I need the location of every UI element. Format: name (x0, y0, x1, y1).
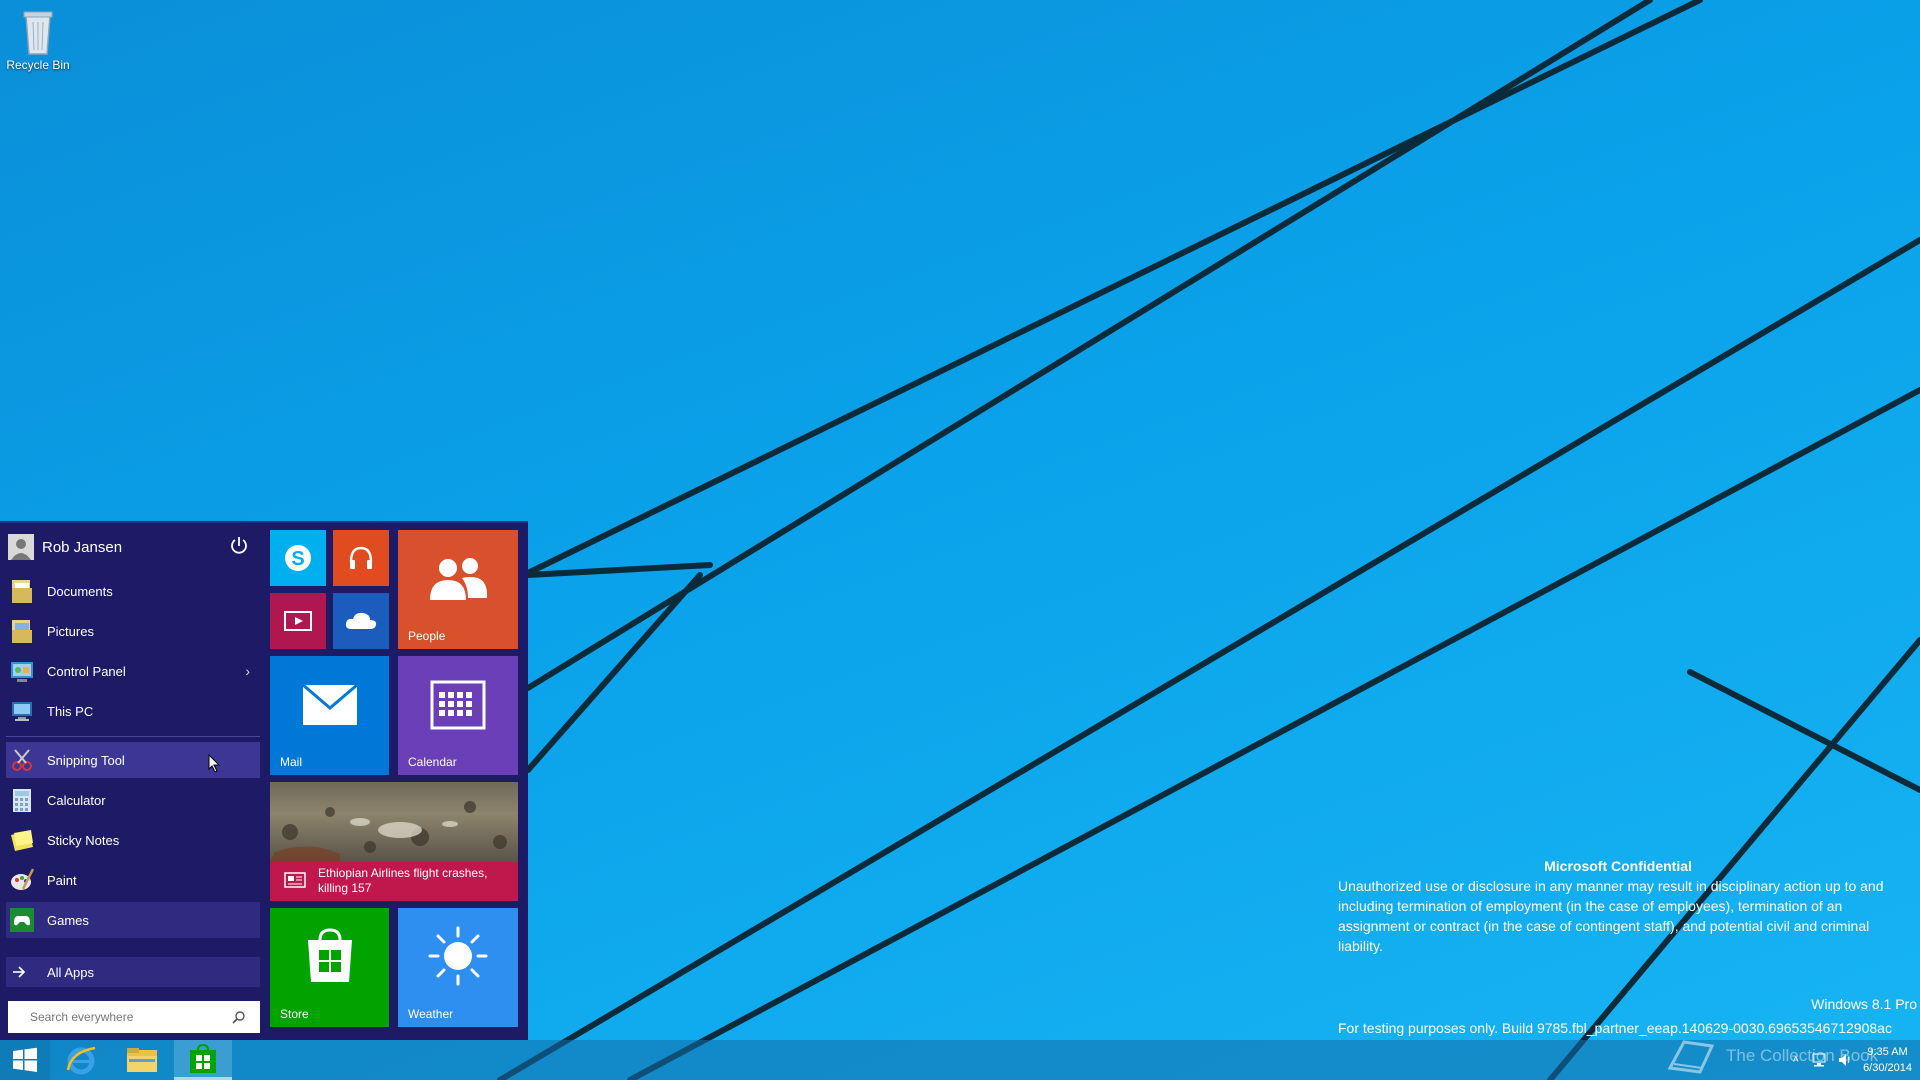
user-avatar-icon (8, 534, 34, 560)
tile-skype[interactable]: S (270, 530, 326, 586)
tile-label: Calendar (408, 755, 457, 769)
windows-edition: Windows 8.1 Pro (1811, 996, 1917, 1012)
confidential-title: Microsoft Confidential (1544, 858, 1692, 874)
start-menu: Rob Jansen Documents Pictures Control Pa… (0, 521, 528, 1040)
start-item-paint[interactable]: Paint (6, 862, 260, 898)
pictures-folder-icon (9, 618, 35, 644)
sticky-notes-icon (9, 827, 35, 853)
taskbar-store[interactable] (174, 1040, 232, 1080)
confidential-notice: Microsoft Confidential Unauthorized use … (1338, 856, 1898, 956)
tile-news[interactable]: Ethiopian Airlines flight crashes, killi… (270, 782, 518, 901)
tile-label: People (408, 629, 446, 643)
start-item-label: Calculator (47, 792, 106, 808)
news-photo (270, 782, 518, 862)
control-panel-icon (9, 658, 35, 684)
news-headline: Ethiopian Airlines flight crashes, killi… (318, 866, 488, 895)
taskbar: ˄ 9:35 AM 6/30/2014 (0, 1040, 1920, 1080)
arrow-right-icon (9, 964, 35, 980)
tile-store[interactable]: Store (270, 908, 389, 1027)
tile-label: Mail (280, 755, 303, 769)
paint-icon (9, 867, 35, 893)
taskbar-file-explorer[interactable] (113, 1040, 171, 1080)
confidential-body: Unauthorized use or disclosure in any ma… (1338, 878, 1884, 954)
video-icon (284, 611, 312, 631)
start-item-label: Control Panel (47, 663, 126, 679)
start-item-snipping-tool[interactable]: Snipping Tool (6, 742, 260, 778)
mouse-cursor-icon (208, 754, 221, 773)
start-item-calculator[interactable]: Calculator (6, 782, 260, 818)
book-icon (1667, 1040, 1715, 1074)
tile-music[interactable] (333, 530, 389, 586)
headphones-icon (349, 546, 373, 569)
tile-label: Weather (408, 1007, 454, 1021)
taskbar-internet-explorer[interactable] (52, 1040, 110, 1080)
mail-icon (302, 684, 358, 725)
recycle-bin-label: Recycle Bin (6, 58, 70, 72)
start-item-label: Games (47, 912, 89, 928)
store-icon (308, 928, 352, 982)
tile-weather[interactable]: Weather (398, 908, 518, 1027)
separator (6, 736, 260, 737)
start-item-label: Pictures (47, 623, 94, 639)
svg-text:S: S (291, 548, 304, 570)
calculator-icon (9, 787, 35, 813)
games-icon (9, 907, 35, 933)
user-account[interactable]: Rob Jansen (8, 531, 256, 563)
tile-calendar[interactable]: Calendar (398, 656, 518, 775)
tile-onedrive[interactable] (333, 593, 389, 649)
snipping-tool-icon (9, 747, 35, 773)
power-icon[interactable] (228, 535, 250, 557)
all-apps-label: All Apps (47, 964, 94, 980)
search-icon[interactable] (232, 1010, 246, 1024)
skype-icon: S (285, 545, 311, 571)
windows-logo-icon (13, 1047, 37, 1072)
watermark: The Collection Book (1666, 1036, 1906, 1076)
weather-sun-icon (428, 926, 488, 986)
file-explorer-icon (127, 1048, 157, 1072)
documents-folder-icon (9, 578, 35, 604)
tile-video[interactable] (270, 593, 326, 649)
start-item-label: Documents (47, 583, 113, 599)
calendar-icon (430, 680, 486, 730)
recycle-bin-desktop-icon[interactable]: Recycle Bin (2, 6, 74, 72)
recycle-bin-icon (23, 11, 53, 55)
start-item-label: This PC (47, 703, 94, 719)
search-input[interactable] (28, 1009, 232, 1025)
tile-label: Store (280, 1007, 309, 1021)
start-item-control-panel[interactable]: Control Panel › (6, 653, 260, 689)
store-icon (190, 1043, 216, 1073)
start-menu-left-pane: Rob Jansen Documents Pictures Control Pa… (0, 523, 264, 1042)
tile-mail[interactable]: Mail (270, 656, 389, 775)
user-name: Rob Jansen (42, 538, 123, 556)
cloud-icon (345, 612, 377, 629)
start-item-sticky-notes[interactable]: Sticky Notes (6, 822, 260, 858)
all-apps-button[interactable]: All Apps (6, 957, 260, 987)
start-item-documents[interactable]: Documents (6, 573, 260, 609)
start-item-games[interactable]: Games (6, 902, 260, 938)
news-icon (284, 872, 306, 888)
start-item-pictures[interactable]: Pictures (6, 613, 260, 649)
start-item-this-pc[interactable]: This PC (6, 693, 260, 729)
watermark-text: The Collection Book (1726, 1046, 1879, 1065)
build-string: For testing purposes only. Build 9785.fb… (1338, 1020, 1892, 1036)
people-icon (430, 558, 488, 600)
chevron-right-icon[interactable]: › (245, 663, 250, 679)
this-pc-icon (9, 698, 35, 724)
start-item-label: Sticky Notes (47, 832, 120, 848)
search-box[interactable] (8, 1001, 260, 1033)
start-button[interactable] (0, 1040, 50, 1080)
tile-people[interactable]: People (398, 530, 518, 649)
internet-explorer-icon (66, 1046, 96, 1075)
start-item-label: Snipping Tool (47, 752, 125, 768)
start-item-label: Paint (47, 872, 77, 888)
